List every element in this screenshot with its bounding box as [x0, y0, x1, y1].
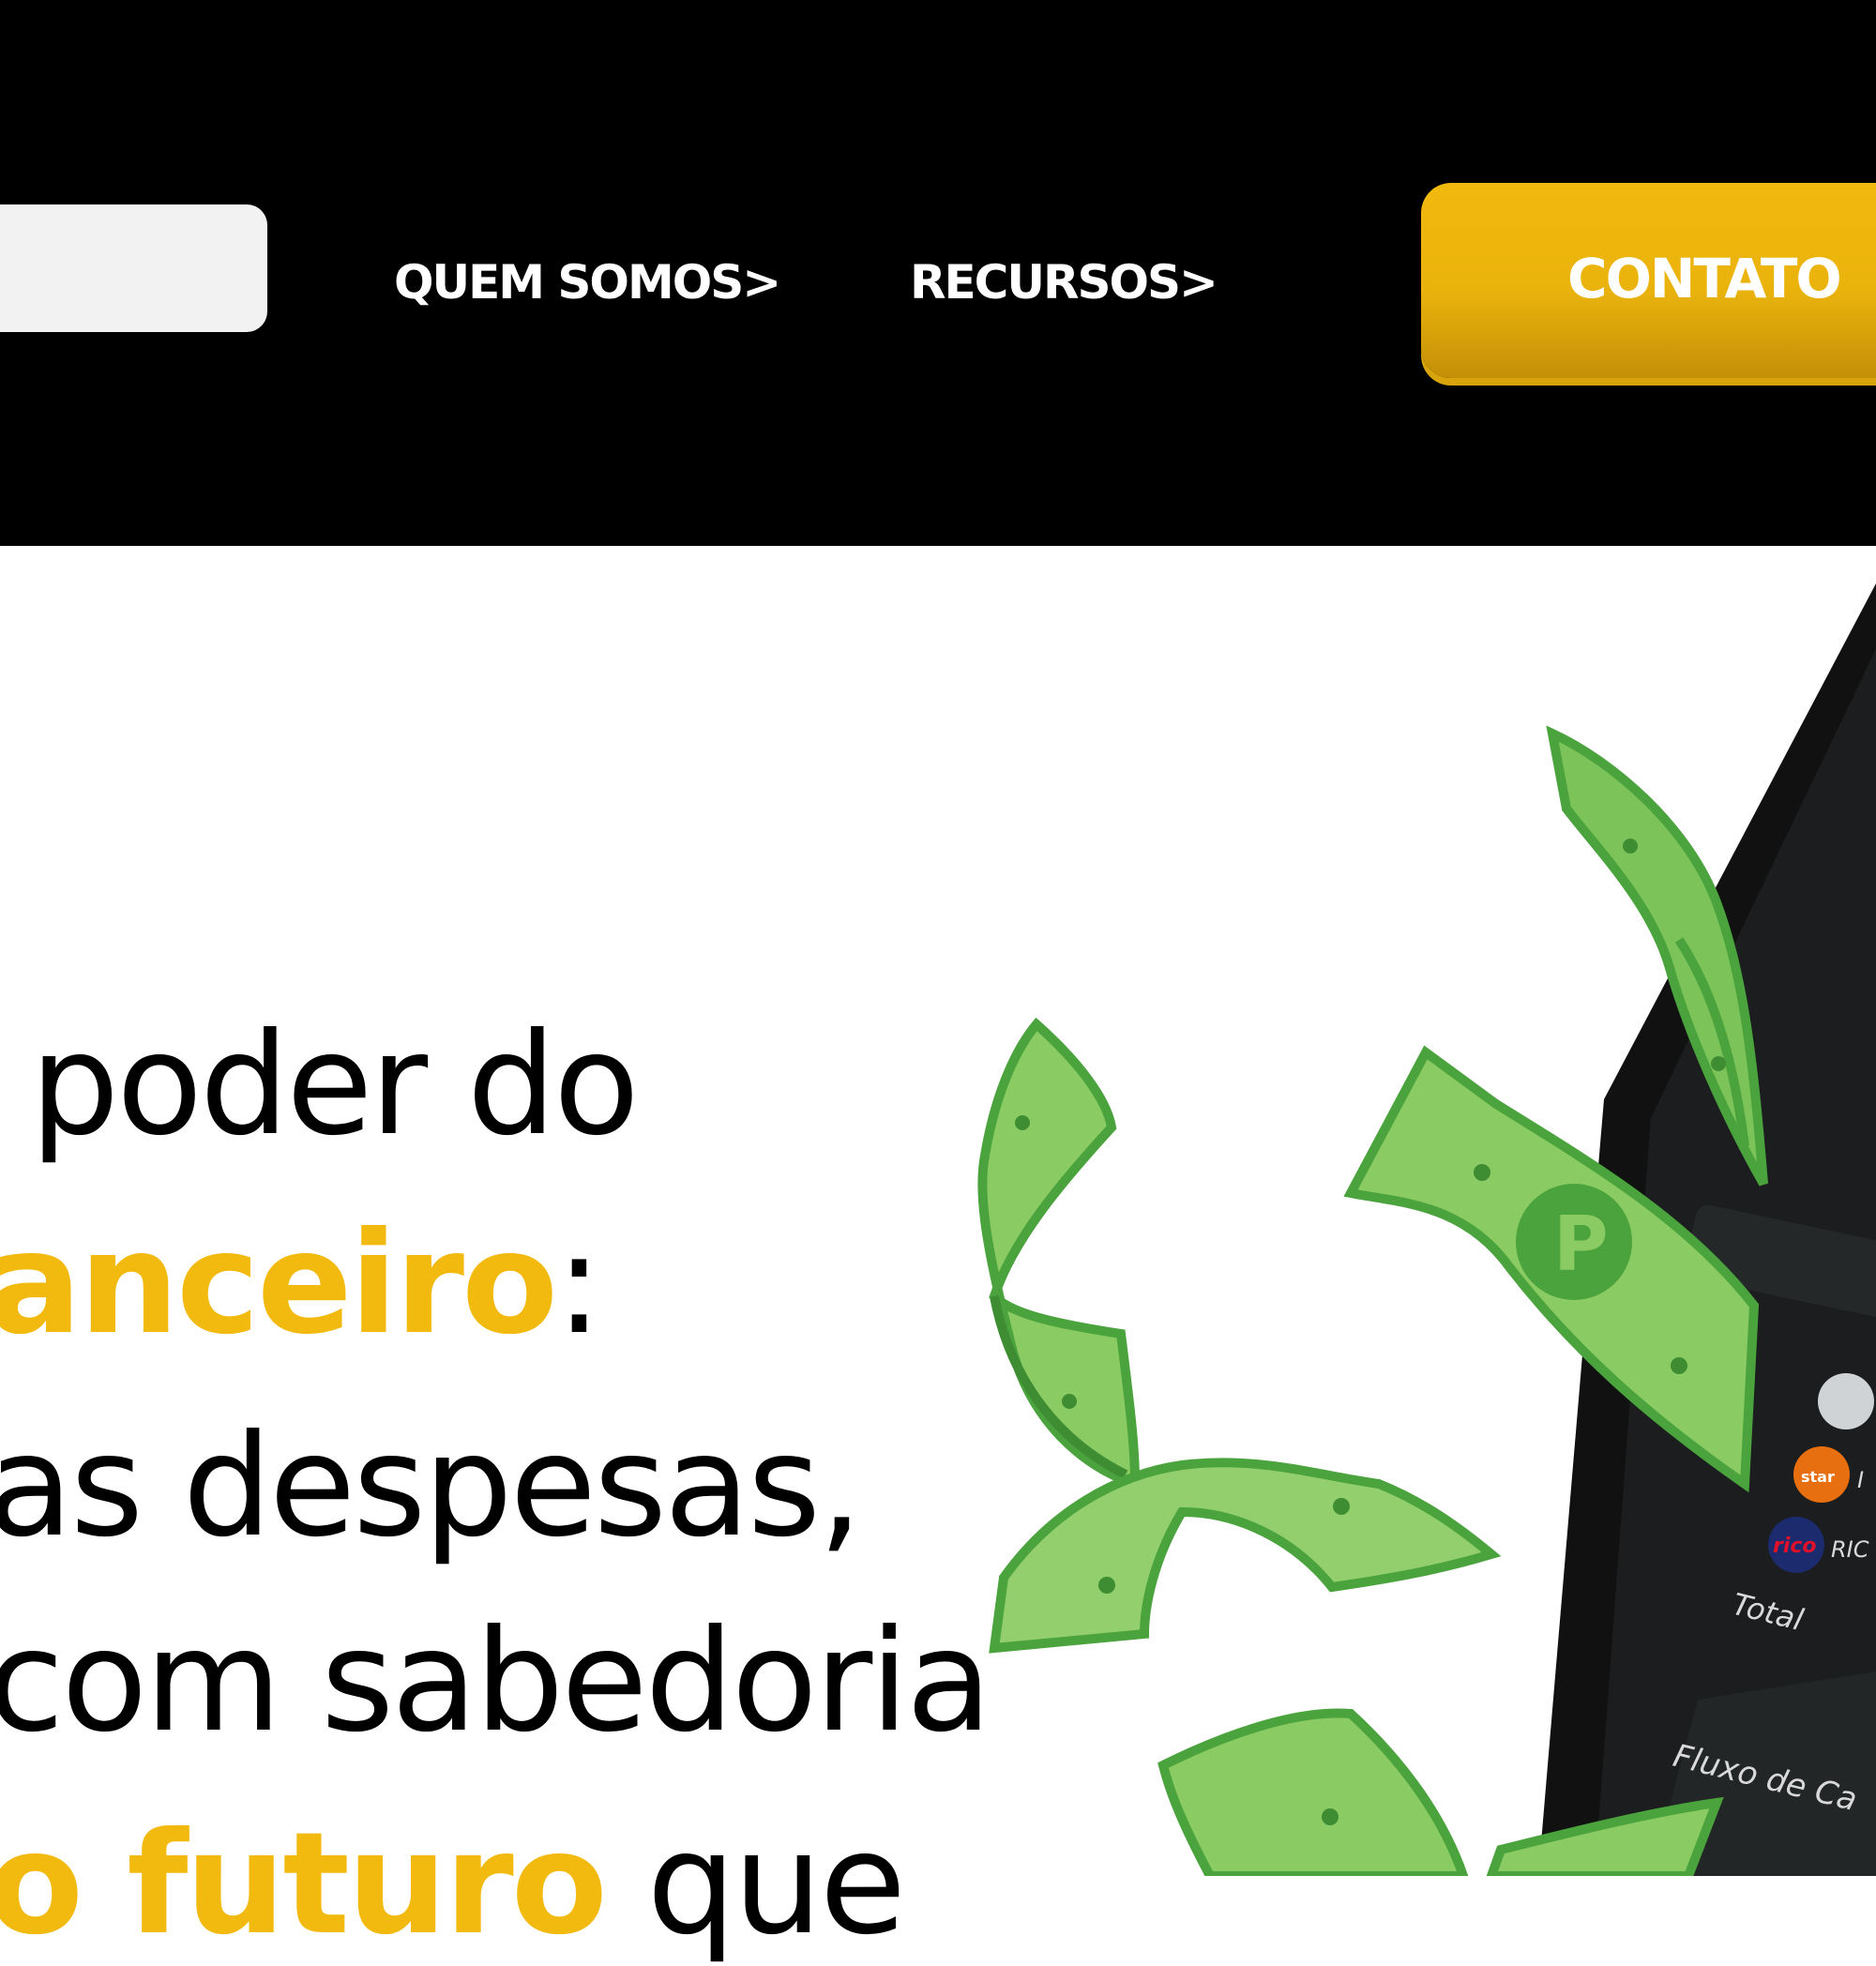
- money-bill-icon: [977, 1017, 1141, 1490]
- hero-section: poder do anceiro: as despesas, com sabed…: [0, 546, 1876, 1966]
- contato-button-label: CONTATO: [1567, 247, 1842, 310]
- coin-p-icon: P: [1553, 1201, 1609, 1288]
- hero-illustration: star I rico RIC Total Fluxo de Ca P: [977, 583, 1876, 1876]
- top-navbar: QUEM SOMOS> RECURSOS> CONTATO: [0, 0, 1876, 546]
- nav-link-recursos[interactable]: RECURSOS>: [910, 255, 1218, 310]
- search-input[interactable]: [0, 204, 267, 332]
- nav-link-quem-somos[interactable]: QUEM SOMOS>: [394, 255, 781, 310]
- contato-button[interactable]: CONTATO: [1421, 183, 1876, 378]
- money-bill-icon: [989, 1458, 1502, 1654]
- brand-badge-rico: rico: [1773, 1535, 1817, 1558]
- brand-logo-icon: [1818, 1373, 1874, 1429]
- brand-text-2: RIC: [1831, 1536, 1869, 1563]
- brand-badge-star: star: [1801, 1468, 1835, 1486]
- brand-text-1: I: [1857, 1467, 1864, 1493]
